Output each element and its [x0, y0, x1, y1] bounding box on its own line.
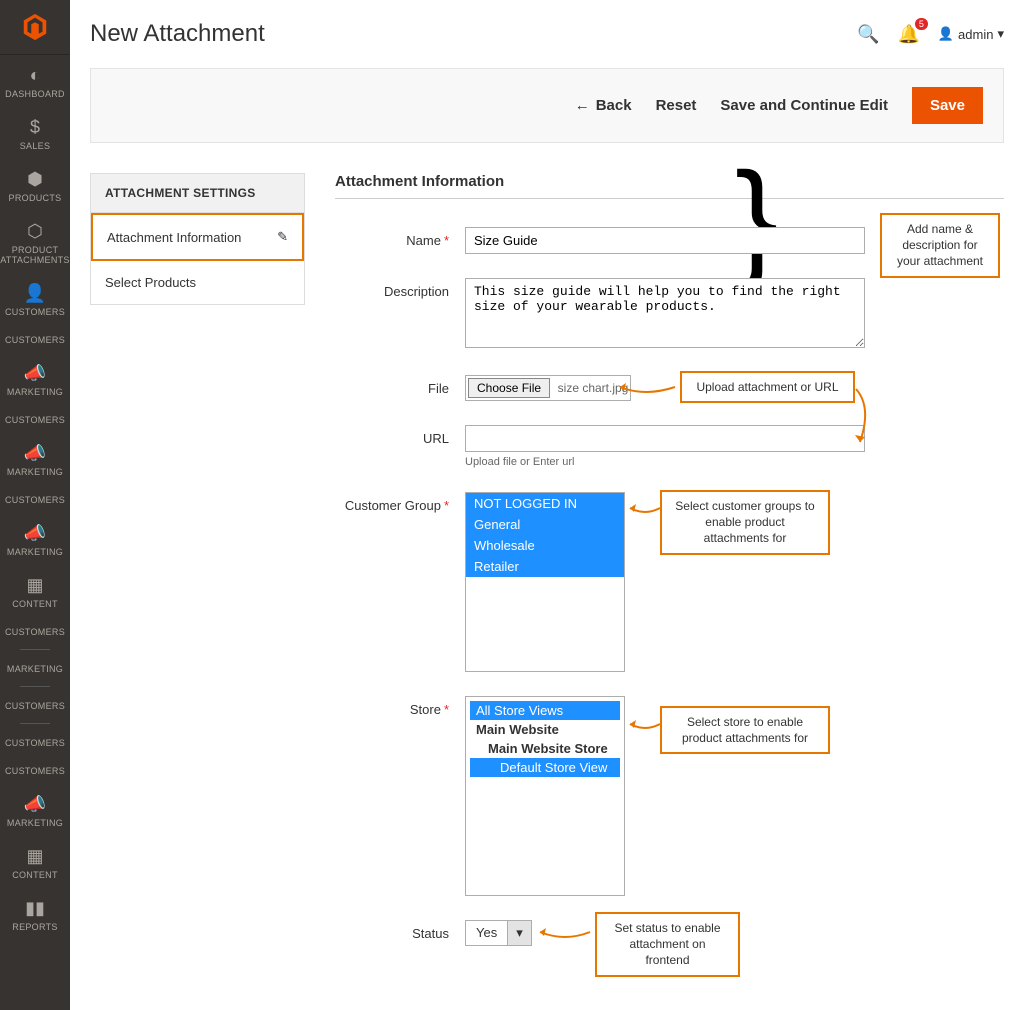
gauge-icon: ◐ — [30, 65, 41, 86]
back-button[interactable]: ← Back — [575, 97, 632, 114]
search-icon[interactable]: 🔍 — [857, 24, 879, 45]
layout-icon: ▦ — [26, 575, 43, 596]
customer-group-select[interactable]: NOT LOGGED IN General Wholesale Retailer — [465, 492, 625, 672]
sidebar-item-customers[interactable]: 👤CUSTOMERS — [0, 273, 70, 325]
sidebar-item-customers-5[interactable]: CUSTOMERS — [0, 617, 70, 645]
admin-user-menu[interactable]: 👤 admin ▾ — [938, 26, 1004, 42]
name-label: Name* — [335, 227, 465, 254]
status-label: Status — [335, 920, 465, 946]
sidebar-item-dashboard[interactable]: ◐DASHBOARD — [0, 55, 70, 107]
url-label: URL — [335, 425, 465, 468]
sidebar-item-customers-8[interactable]: CUSTOMERS — [0, 756, 70, 784]
cube-icon: ⬡ — [27, 221, 43, 242]
description-label: Description — [335, 278, 465, 351]
chart-icon: ▮▮ — [25, 898, 45, 919]
store-select[interactable]: All Store Views Main Website Main Websit… — [465, 696, 625, 896]
layout-icon: ▦ — [26, 846, 43, 867]
callout-customer-group: Select customer groups to enable product… — [660, 490, 830, 555]
user-icon: 👤 — [938, 26, 954, 42]
sidebar-item-content-2[interactable]: ▦CONTENT — [0, 836, 70, 888]
choose-file-button[interactable]: Choose File — [468, 378, 550, 398]
sidebar-separator — [20, 686, 50, 687]
box-icon: ⬢ — [27, 169, 43, 190]
pencil-icon: ✎ — [277, 229, 288, 245]
admin-sidebar: ◐DASHBOARD $SALES ⬢PRODUCTS ⬡PRODUCT ATT… — [0, 0, 70, 1010]
sidebar-item-reports[interactable]: ▮▮REPORTS — [0, 888, 70, 940]
file-label: File — [335, 375, 465, 401]
status-select[interactable]: Yes ▾ — [465, 920, 532, 946]
cg-option[interactable]: Wholesale — [466, 535, 624, 556]
sidebar-separator — [20, 723, 50, 724]
callout-upload: Upload attachment or URL — [680, 371, 855, 403]
cg-option[interactable]: Retailer — [466, 556, 624, 577]
url-hint: Upload file or Enter url — [465, 456, 865, 468]
dollar-icon: $ — [30, 117, 40, 138]
megaphone-icon: 📣 — [24, 443, 46, 464]
arrow-connector — [615, 379, 680, 399]
sidebar-item-products[interactable]: ⬢PRODUCTS — [0, 159, 70, 211]
save-continue-button[interactable]: Save and Continue Edit — [720, 97, 888, 114]
cg-option[interactable]: NOT LOGGED IN — [466, 493, 624, 514]
sidebar-item-product-attachments[interactable]: ⬡PRODUCT ATTACHMENTS — [0, 211, 70, 273]
store-option-all[interactable]: All Store Views — [470, 701, 620, 720]
sidebar-item-customers-3[interactable]: CUSTOMERS — [0, 405, 70, 433]
tab-select-products[interactable]: Select Products — [91, 261, 304, 304]
save-button[interactable]: Save — [912, 87, 983, 124]
arrow-connector — [625, 716, 665, 736]
store-option-default[interactable]: Default Store View — [470, 758, 620, 777]
arrow-connector — [535, 924, 595, 944]
arrow-connector — [625, 500, 665, 520]
store-option-main[interactable]: Main Website — [470, 720, 620, 739]
sidebar-item-customers-7[interactable]: CUSTOMERS — [0, 728, 70, 756]
reset-button[interactable]: Reset — [656, 97, 697, 114]
chevron-down-icon: ▾ — [507, 921, 531, 945]
megaphone-icon: 📣 — [24, 363, 46, 384]
sidebar-item-customers-4[interactable]: CUSTOMERS — [0, 485, 70, 513]
url-input[interactable] — [465, 425, 865, 452]
sidebar-item-customers-6[interactable]: CUSTOMERS — [0, 691, 70, 719]
store-label: Store* — [335, 696, 465, 896]
chevron-down-icon: ▾ — [997, 26, 1004, 42]
megaphone-icon: 📣 — [24, 523, 46, 544]
store-option-mainstore[interactable]: Main Website Store — [470, 739, 620, 758]
section-title: Attachment Information — [335, 173, 1004, 199]
customer-group-label: Customer Group* — [335, 492, 465, 672]
sidebar-item-content[interactable]: ▦CONTENT — [0, 565, 70, 617]
sidebar-item-marketing-3[interactable]: 📣MARKETING — [0, 513, 70, 565]
sidebar-item-marketing-2[interactable]: 📣MARKETING — [0, 433, 70, 485]
person-icon: 👤 — [24, 283, 46, 304]
action-bar: ← Back Reset Save and Continue Edit Save — [90, 68, 1004, 143]
settings-panel-header: ATTACHMENT SETTINGS — [90, 173, 305, 213]
sidebar-item-sales[interactable]: $SALES — [0, 107, 70, 159]
sidebar-item-marketing-4[interactable]: MARKETING — [0, 654, 70, 682]
notification-badge: 5 — [915, 18, 928, 30]
page-title: New Attachment — [90, 20, 265, 48]
name-input[interactable] — [465, 227, 865, 254]
tab-attachment-information[interactable]: Attachment Information ✎ — [91, 213, 304, 261]
callout-name-desc: Add name & description for your attachme… — [880, 213, 1000, 278]
cg-option[interactable]: General — [466, 514, 624, 535]
description-textarea[interactable]: This size guide will help you to find th… — [465, 278, 865, 348]
magento-logo[interactable] — [0, 0, 70, 55]
sidebar-item-customers-2[interactable]: CUSTOMERS — [0, 325, 70, 353]
callout-status: Set status to enable attachment on front… — [595, 912, 740, 977]
sidebar-item-marketing-5[interactable]: 📣MARKETING — [0, 784, 70, 836]
callout-store: Select store to enable product attachmen… — [660, 706, 830, 754]
sidebar-item-marketing[interactable]: 📣MARKETING — [0, 353, 70, 405]
megaphone-icon: 📣 — [24, 794, 46, 815]
arrow-left-icon: ← — [575, 97, 590, 114]
notification-icon[interactable]: 🔔5 — [897, 24, 919, 45]
sidebar-separator — [20, 649, 50, 650]
